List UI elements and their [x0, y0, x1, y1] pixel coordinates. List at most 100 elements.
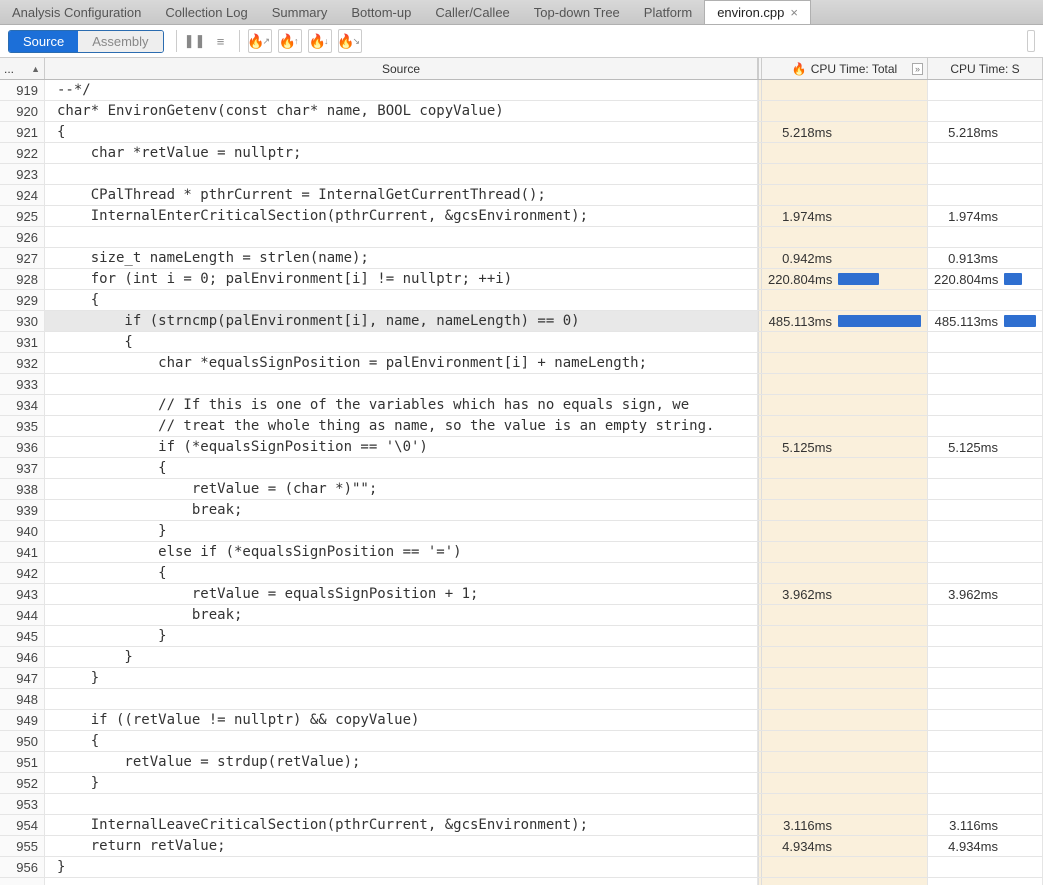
column-headers: ... ▲ Source 🔥 CPU Time: Total » CPU Tim…	[0, 58, 1043, 80]
list-icon[interactable]: ≡	[209, 29, 233, 53]
source-code: // treat the whole thing as name, so the…	[45, 416, 758, 436]
separator	[176, 30, 177, 52]
source-code: {	[45, 332, 758, 352]
cpu-time-self	[928, 731, 1043, 751]
source-row[interactable]: 919--*/	[0, 80, 1043, 101]
source-row[interactable]: 951 retValue = strdup(retValue);	[0, 752, 1043, 773]
flame-down-ext-icon[interactable]: 🔥↘	[338, 29, 362, 53]
cpu-time-total: 0.942ms	[758, 248, 928, 268]
source-row[interactable]: 927 size_t nameLength = strlen(name);0.9…	[0, 248, 1043, 269]
line-number: 950	[0, 731, 45, 751]
line-number: 920	[0, 101, 45, 121]
cpu-time-total	[758, 731, 928, 751]
cpu-time-self	[928, 752, 1043, 772]
flame-up-icon[interactable]: 🔥↑	[278, 29, 302, 53]
source-row[interactable]: 953	[0, 794, 1043, 815]
source-row[interactable]: 937 {	[0, 458, 1043, 479]
source-row[interactable]: 940 }	[0, 521, 1043, 542]
source-row[interactable]: 945 }	[0, 626, 1043, 647]
source-code: }	[45, 521, 758, 541]
source-row[interactable]: 922 char *retValue = nullptr;	[0, 143, 1043, 164]
source-row[interactable]: 920char* EnvironGetenv(const char* name,…	[0, 101, 1043, 122]
source-row[interactable]: 930 if (strncmp(palEnvironment[i], name,…	[0, 311, 1043, 332]
source-row[interactable]: 938 retValue = (char *)"";	[0, 479, 1043, 500]
source-code: char* EnvironGetenv(const char* name, BO…	[45, 101, 758, 121]
expand-icon[interactable]: »	[912, 63, 923, 75]
close-icon[interactable]: ×	[790, 5, 798, 20]
tab-analysis-configuration[interactable]: Analysis Configuration	[0, 0, 153, 24]
source-row[interactable]: 944 break;	[0, 605, 1043, 626]
source-row[interactable]: 923	[0, 164, 1043, 185]
line-number: 919	[0, 80, 45, 100]
source-row[interactable]: 928 for (int i = 0; palEnvironment[i] !=…	[0, 269, 1043, 290]
source-row[interactable]: 942 {	[0, 563, 1043, 584]
source-row[interactable]: 933	[0, 374, 1043, 395]
source-code: for (int i = 0; palEnvironment[i] != nul…	[45, 269, 758, 289]
pause-icon[interactable]: ❚❚	[183, 29, 207, 53]
source-row[interactable]: 921{5.218ms5.218ms	[0, 122, 1043, 143]
source-row[interactable]: 954 InternalLeaveCriticalSection(pthrCur…	[0, 815, 1043, 836]
cpu-time-total: 1.974ms	[758, 206, 928, 226]
header-cpu-self[interactable]: CPU Time: S	[928, 58, 1043, 79]
line-number: 939	[0, 500, 45, 520]
tab-platform[interactable]: Platform	[632, 0, 704, 24]
source-code: }	[45, 668, 758, 688]
cpu-time-total	[758, 668, 928, 688]
source-row[interactable]: 939 break;	[0, 500, 1043, 521]
tab-bottom-up[interactable]: Bottom-up	[339, 0, 423, 24]
source-code: retValue = strdup(retValue);	[45, 752, 758, 772]
flame-down-icon[interactable]: 🔥↓	[308, 29, 332, 53]
source-row[interactable]: 935 // treat the whole thing as name, so…	[0, 416, 1043, 437]
cpu-time-self	[928, 563, 1043, 583]
flame-up-ext-icon[interactable]: 🔥↗	[248, 29, 272, 53]
source-code: break;	[45, 605, 758, 625]
tab-top-down-tree[interactable]: Top-down Tree	[522, 0, 632, 24]
tab-caller-callee[interactable]: Caller/Callee	[423, 0, 521, 24]
tab-collection-log[interactable]: Collection Log	[153, 0, 259, 24]
source-row[interactable]: 936 if (*equalsSignPosition == '\0')5.12…	[0, 437, 1043, 458]
line-number: 956	[0, 857, 45, 877]
header-line[interactable]: ... ▲	[0, 58, 45, 79]
cpu-time-total	[758, 878, 928, 885]
source-grid[interactable]: 919--*/920char* EnvironGetenv(const char…	[0, 80, 1043, 885]
source-row[interactable]: 948	[0, 689, 1043, 710]
cpu-time-total	[758, 710, 928, 730]
assembly-toggle[interactable]: Assembly	[78, 31, 162, 52]
cpu-time-self	[928, 416, 1043, 436]
header-cpu-total[interactable]: 🔥 CPU Time: Total »	[758, 58, 928, 79]
source-row[interactable]: 924 CPalThread * pthrCurrent = InternalG…	[0, 185, 1043, 206]
header-source[interactable]: Source	[45, 58, 758, 79]
source-row[interactable]: 932 char *equalsSignPosition = palEnviro…	[0, 353, 1043, 374]
source-row[interactable]: 929 {	[0, 290, 1043, 311]
line-number: 935	[0, 416, 45, 436]
line-number: 925	[0, 206, 45, 226]
source-code: InternalEnterCriticalSection(pthrCurrent…	[45, 206, 758, 226]
tab-label: Platform	[644, 5, 692, 20]
source-toggle[interactable]: Source	[9, 31, 78, 52]
source-row[interactable]	[0, 878, 1043, 885]
source-row[interactable]: 947 }	[0, 668, 1043, 689]
source-row[interactable]: 956}	[0, 857, 1043, 878]
source-code: {	[45, 731, 758, 751]
source-row[interactable]: 949 if ((retValue != nullptr) && copyVal…	[0, 710, 1043, 731]
source-row[interactable]: 934 // If this is one of the variables w…	[0, 395, 1043, 416]
tab-environ-cpp[interactable]: environ.cpp×	[704, 0, 811, 24]
cpu-time-self	[928, 101, 1043, 121]
source-row[interactable]: 931 {	[0, 332, 1043, 353]
source-row[interactable]: 955 return retValue;4.934ms4.934ms	[0, 836, 1043, 857]
cpu-time-total: 485.113ms	[758, 311, 928, 331]
source-code: if (*equalsSignPosition == '\0')	[45, 437, 758, 457]
tab-summary[interactable]: Summary	[260, 0, 340, 24]
source-row[interactable]: 950 {	[0, 731, 1043, 752]
source-row[interactable]: 952 }	[0, 773, 1043, 794]
source-row[interactable]: 926	[0, 227, 1043, 248]
cpu-time-total	[758, 290, 928, 310]
search-input[interactable]	[1027, 30, 1035, 52]
source-code: return retValue;	[45, 836, 758, 856]
source-row[interactable]: 941 else if (*equalsSignPosition == '=')	[0, 542, 1043, 563]
source-row[interactable]: 925 InternalEnterCriticalSection(pthrCur…	[0, 206, 1043, 227]
source-code: else if (*equalsSignPosition == '=')	[45, 542, 758, 562]
cpu-time-self	[928, 689, 1043, 709]
source-row[interactable]: 943 retValue = equalsSignPosition + 1;3.…	[0, 584, 1043, 605]
source-row[interactable]: 946 }	[0, 647, 1043, 668]
